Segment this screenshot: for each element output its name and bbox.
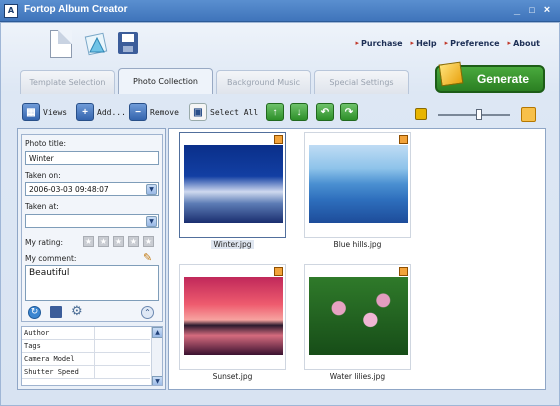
photo-title-label: Photo title: [25, 139, 66, 148]
minimize-button[interactable]: _ [510, 4, 524, 18]
refresh-icon[interactable]: ↻ [28, 306, 41, 319]
table-row: Shutter Speed [22, 366, 150, 379]
photo-grid: Winter.jpg Blue hills.jpg Sunset.jpg Wat… [168, 128, 546, 390]
photo-caption: Winter.jpg [211, 240, 254, 249]
views-icon: ▦ [22, 103, 40, 121]
table-row: Tags [22, 340, 150, 353]
new-album-icon[interactable] [50, 30, 72, 58]
photo-thumbnail[interactable] [304, 264, 411, 370]
star-icon[interactable]: ★ [143, 236, 154, 247]
photo-badge-icon [274, 135, 283, 144]
gear-icon[interactable]: ⚙ [71, 305, 85, 319]
comment-label: My comment: [25, 254, 77, 263]
photo-caption: Sunset.jpg [212, 372, 253, 381]
rotate-left-button[interactable]: ↶ [316, 102, 334, 122]
taken-on-label: Taken on: [25, 171, 61, 180]
photo-thumbnail[interactable] [304, 132, 411, 238]
close-button[interactable]: × [540, 4, 554, 18]
star-icon[interactable]: ★ [128, 236, 139, 247]
tab-template-selection[interactable]: Template Selection [20, 70, 115, 94]
photo-thumbnail[interactable] [179, 264, 286, 370]
select-all-button[interactable]: ▣ Select All [189, 102, 258, 122]
window-title: Fortop Album Creator [24, 4, 128, 15]
move-down-button[interactable]: ↓ [290, 102, 308, 122]
photo-thumbnail[interactable] [179, 132, 286, 238]
help-link[interactable]: ▸ Help [411, 37, 437, 49]
arrow-up-icon: ↑ [266, 103, 284, 121]
photo-item-winter[interactable]: Winter.jpg [179, 132, 286, 254]
add-icon: + [76, 103, 94, 121]
tab-background-music[interactable]: Background Music [216, 70, 311, 94]
sunset-image [184, 277, 283, 355]
water-lilies-image [309, 277, 408, 355]
star-icon[interactable]: ★ [83, 236, 94, 247]
chevron-down-icon[interactable]: ▼ [146, 184, 157, 195]
move-up-button[interactable]: ↑ [266, 102, 284, 122]
tab-special-settings[interactable]: Special Settings [314, 70, 409, 94]
exif-scrollbar[interactable]: ▲ ▼ [151, 327, 162, 385]
rating-label: My rating: [25, 238, 64, 247]
table-row: Author [22, 327, 150, 340]
exif-table: Author Tags Camera Model Shutter Speed ▲… [21, 326, 163, 386]
add-button[interactable]: + Add... [76, 102, 126, 122]
app-icon: A [4, 4, 18, 18]
scroll-up-icon[interactable]: ▲ [152, 327, 162, 338]
photo-badge-icon [274, 267, 283, 276]
remove-icon: − [129, 103, 147, 121]
photo-item-sunset[interactable]: Sunset.jpg [179, 264, 286, 386]
about-link[interactable]: ▸ About [508, 37, 540, 49]
zoom-out-icon[interactable] [415, 108, 427, 120]
table-row: Camera Model [22, 353, 150, 366]
zoom-in-icon[interactable] [521, 107, 536, 122]
star-icon[interactable]: ★ [98, 236, 109, 247]
save-album-icon[interactable] [118, 32, 138, 54]
pencil-icon[interactable]: ✎ [143, 252, 155, 264]
chevron-down-icon[interactable]: ▼ [146, 216, 157, 227]
save-icon[interactable] [50, 306, 62, 318]
select-all-icon: ▣ [189, 103, 207, 121]
winter-image [184, 145, 283, 223]
blue-hills-image [309, 145, 408, 223]
photo-item-blue-hills[interactable]: Blue hills.jpg [304, 132, 411, 254]
album-image-icon [438, 61, 464, 87]
rotate-right-button[interactable]: ↷ [340, 102, 358, 122]
zoom-slider-thumb[interactable] [476, 109, 482, 120]
comment-textarea[interactable]: Beautiful [25, 265, 159, 301]
photo-badge-icon [399, 267, 408, 276]
collapse-icon[interactable]: ⌃ [141, 306, 154, 319]
photo-title-input[interactable]: Winter [25, 151, 159, 165]
maximize-button[interactable]: □ [525, 4, 539, 18]
zoom-slider[interactable] [438, 114, 510, 116]
purchase-link[interactable]: ▸ Purchase [356, 37, 403, 49]
photo-item-water-lilies[interactable]: Water lilies.jpg [304, 264, 411, 386]
top-links: ▸ Purchase ▸ Help ▸ Preference ▸ About [350, 37, 541, 49]
taken-at-label: Taken at: [25, 202, 59, 211]
tab-photo-collection[interactable]: Photo Collection [118, 68, 213, 94]
taken-at-field[interactable]: ▼ [25, 214, 159, 228]
scroll-down-icon[interactable]: ▼ [152, 376, 162, 385]
preference-link[interactable]: ▸ Preference [445, 37, 500, 49]
rotate-left-icon: ↶ [316, 103, 334, 121]
tab-bar: Template Selection Photo Collection Back… [20, 68, 409, 95]
photo-caption: Water lilies.jpg [329, 372, 386, 381]
star-icon[interactable]: ★ [113, 236, 124, 247]
remove-button[interactable]: − Remove [129, 102, 179, 122]
open-album-icon[interactable] [84, 30, 108, 58]
taken-on-field[interactable]: 2006-03-03 09:48:07 ▼ [25, 182, 159, 196]
views-button[interactable]: ▦ Views [22, 102, 67, 122]
arrow-down-icon: ↓ [290, 103, 308, 121]
photo-badge-icon [399, 135, 408, 144]
photo-toolbar: ▦ Views + Add... − Remove ▣ Select All ↑… [12, 100, 548, 126]
rotate-right-icon: ↷ [340, 103, 358, 121]
rating-stars[interactable]: ★ ★ ★ ★ ★ [83, 236, 163, 248]
photo-caption: Blue hills.jpg [333, 240, 382, 249]
